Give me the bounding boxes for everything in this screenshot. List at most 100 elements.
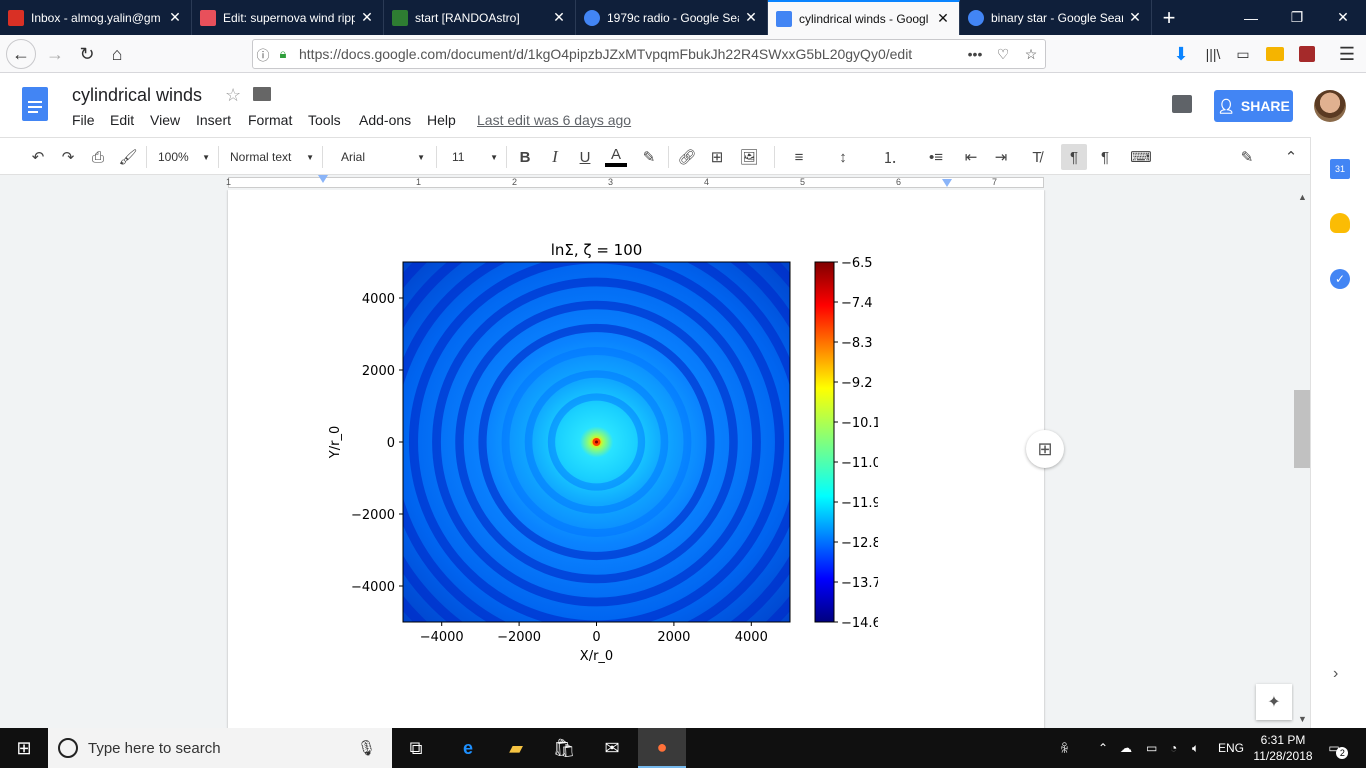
bookmark-star-icon[interactable]: ☆ (1017, 46, 1045, 63)
menu-format[interactable]: Format (248, 112, 292, 128)
menu-view[interactable]: View (150, 112, 180, 128)
vertical-scrollbar[interactable]: ▲ ▼ (1294, 190, 1310, 728)
battery-icon[interactable]: ▭ (1146, 728, 1157, 768)
explore-icon[interactable]: ✦ (1256, 684, 1292, 720)
clear-formatting-icon[interactable]: T̸ (1026, 144, 1048, 170)
keyboard-icon[interactable]: ⌨ (1130, 144, 1152, 170)
home-button[interactable]: ⌂ (102, 39, 132, 69)
folder-icon[interactable] (253, 87, 271, 101)
hamburger-menu-icon[interactable]: ☰ (1332, 39, 1362, 69)
menu-tools[interactable]: Tools (308, 112, 341, 128)
align-icon[interactable]: ≡ (784, 144, 814, 170)
font-select[interactable]: Arial ▼ (341, 144, 425, 170)
zoom-select[interactable]: 100% ▼ (158, 144, 210, 170)
paint-format-icon[interactable]: 🖌︎ (116, 144, 140, 170)
bold-button[interactable]: B (514, 144, 536, 170)
calendar-icon[interactable]: 31 (1330, 159, 1350, 179)
last-edit-link[interactable]: Last edit was 6 days ago (477, 112, 631, 128)
people-icon[interactable]: ꆜ (1060, 728, 1069, 768)
docs-logo-icon[interactable] (22, 87, 48, 121)
mail-icon[interactable]: ✉ (588, 728, 636, 768)
comments-icon[interactable] (1172, 95, 1192, 113)
taskbar-search[interactable]: Type here to search 🎙︎ (48, 728, 392, 768)
file-explorer-icon[interactable]: ▰ (492, 728, 540, 768)
tray-chevron-icon[interactable]: ⌃ (1098, 728, 1108, 768)
forward-button[interactable]: → (40, 39, 70, 69)
browser-tab[interactable]: 1979c radio - Google Sea ✕ (576, 0, 768, 35)
increase-indent-icon[interactable]: ⇥ (990, 144, 1012, 170)
highlight-icon[interactable]: ✎ (638, 144, 660, 170)
store-icon[interactable]: 🛍︎ (540, 728, 588, 768)
back-button[interactable]: ← (6, 39, 36, 69)
microphone-icon[interactable]: 🎙︎ (357, 739, 376, 757)
reload-button[interactable]: ↻ (72, 39, 102, 69)
browser-tab[interactable]: Inbox - almog.yalin@gm ✕ (0, 0, 192, 35)
browser-tab[interactable]: binary star - Google Sear ✕ (960, 0, 1152, 35)
chevron-up-icon[interactable]: ⌃ (1280, 144, 1302, 170)
undo-icon[interactable]: ↶ (26, 144, 50, 170)
extension-red-icon[interactable] (1292, 39, 1322, 69)
document-title[interactable]: cylindrical winds (72, 85, 202, 106)
document-page[interactable]: lnΣ, ζ = 100 −4000 −2000 0 2000 4000 4000 2000 0… (228, 190, 1044, 728)
language-indicator[interactable]: ENG (1218, 728, 1244, 768)
scroll-up-icon[interactable]: ▲ (1298, 192, 1307, 202)
numbered-list-icon[interactable]: ⒈ (870, 144, 910, 170)
pilcrow-ltr-icon[interactable]: ¶ (1061, 144, 1087, 170)
browser-tab[interactable]: cylindrical winds - Googl ✕ (768, 0, 960, 35)
ruler[interactable]: 1 1 2 3 4 5 6 7 (0, 175, 1310, 190)
underline-button[interactable]: U (574, 144, 596, 170)
style-select[interactable]: Normal text ▼ (230, 144, 314, 170)
menu-addons[interactable]: Add-ons (359, 112, 411, 128)
volume-icon[interactable]: 🔈︎ (1192, 728, 1199, 768)
avatar[interactable] (1314, 90, 1346, 122)
menu-insert[interactable]: Insert (196, 112, 231, 128)
clock[interactable]: 6:31 PM 11/28/2018 (1252, 728, 1314, 768)
browser-tab[interactable]: start [RANDOAstro] ✕ (384, 0, 576, 35)
editing-mode-icon[interactable]: ✎ (1232, 144, 1262, 170)
scrollbar-thumb[interactable] (1294, 390, 1310, 468)
tab-close-icon[interactable]: ✕ (551, 9, 567, 26)
line-spacing-icon[interactable]: ↕ (832, 144, 854, 170)
window-restore-button[interactable]: ❐ (1274, 0, 1320, 35)
task-view-icon[interactable]: ⧉ (392, 728, 440, 768)
window-minimize-button[interactable]: — (1228, 0, 1274, 35)
page-actions-button[interactable]: ••• (961, 46, 989, 62)
sidebar-icon[interactable]: ▭ (1228, 39, 1258, 69)
notifications-button[interactable]: ▭ 2 (1322, 728, 1349, 768)
text-color-button[interactable]: A (604, 144, 628, 170)
firefox-icon[interactable]: ● (638, 728, 686, 768)
onedrive-icon[interactable]: ☁ (1120, 728, 1132, 768)
url-bar[interactable]: ⓘ 🔒︎ https://docs.google.com/document/d/… (252, 39, 1046, 69)
downloads-icon[interactable]: ⬇ (1166, 39, 1196, 69)
bulleted-list-icon[interactable]: •≡ (916, 144, 956, 170)
tab-close-icon[interactable]: ✕ (167, 9, 183, 26)
menu-file[interactable]: File (72, 112, 95, 128)
add-comment-icon[interactable]: ⊞ (706, 144, 728, 170)
add-comment-fab[interactable]: ⊞ (1026, 430, 1064, 468)
browser-tab[interactable]: Edit: supernova wind ripp ✕ (192, 0, 384, 35)
star-icon[interactable]: ☆ (225, 85, 241, 106)
decrease-indent-icon[interactable]: ⇤ (960, 144, 982, 170)
heatmap-figure[interactable]: lnΣ, ζ = 100 −4000 −2000 0 2000 4000 4000 2000 0… (318, 230, 878, 720)
font-size-select[interactable]: 11 ▼ (452, 144, 498, 170)
scroll-down-icon[interactable]: ▼ (1298, 714, 1307, 724)
insert-image-icon[interactable]: 🖼︎ (734, 144, 764, 170)
pilcrow-rtl-icon[interactable]: ¶ (1094, 144, 1116, 170)
pocket-icon[interactable]: ♡ (989, 46, 1017, 63)
new-tab-button[interactable]: + (1152, 0, 1186, 35)
print-icon[interactable]: ⎙ (86, 144, 110, 170)
info-icon[interactable]: ⓘ (253, 45, 273, 64)
tab-close-icon[interactable]: ✕ (743, 9, 759, 26)
italic-button[interactable]: I (544, 144, 566, 170)
link-icon[interactable]: 🔗︎ (676, 144, 698, 170)
keep-icon[interactable] (1330, 213, 1350, 233)
share-button[interactable]: 👤︎ SHARE (1214, 90, 1293, 122)
extension-yellow-icon[interactable] (1260, 39, 1290, 69)
url-text[interactable]: https://docs.google.com/document/d/1kgO4… (299, 46, 961, 62)
wifi-icon[interactable]: ◔ (1170, 728, 1177, 768)
windows-start-icon[interactable]: ⊞ (0, 728, 48, 768)
redo-icon[interactable]: ↷ (56, 144, 80, 170)
window-close-button[interactable]: ✕ (1320, 0, 1366, 35)
tab-close-icon[interactable]: ✕ (935, 10, 951, 27)
expand-panel-icon[interactable]: › (1333, 665, 1338, 683)
